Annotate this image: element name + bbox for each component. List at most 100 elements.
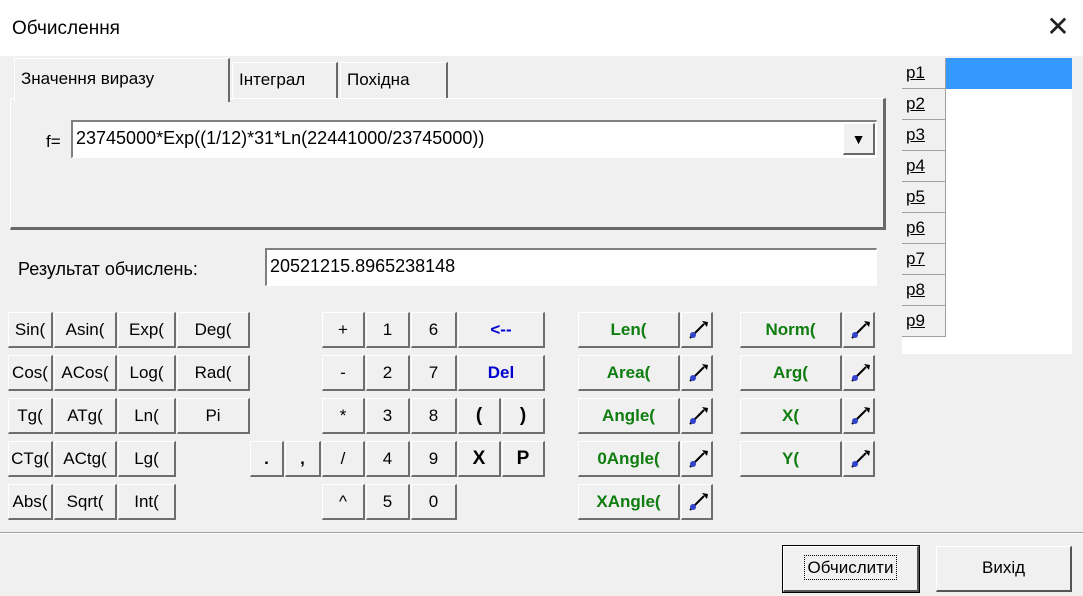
close-icon[interactable]: ✕	[1041, 10, 1075, 44]
title-bar: Обчислення ✕	[0, 0, 1083, 56]
point-picker-icon[interactable]	[681, 312, 713, 348]
log-button[interactable]: Log(	[118, 355, 176, 391]
param-value[interactable]	[946, 182, 1072, 213]
tab-integral[interactable]: Інтеграл	[232, 62, 338, 98]
param-value[interactable]	[946, 58, 1072, 89]
param-row[interactable]: p2	[902, 89, 1072, 120]
sqrt-button[interactable]: Sqrt(	[54, 484, 117, 520]
cos-button[interactable]: Cos(	[8, 355, 53, 391]
point-picker-icon[interactable]	[843, 441, 875, 477]
lg-button[interactable]: Lg(	[118, 441, 176, 477]
point-picker-icon[interactable]	[681, 441, 713, 477]
divide-button[interactable]: /	[322, 441, 365, 477]
deg-button[interactable]: Deg(	[177, 312, 250, 348]
backspace-button[interactable]: <--	[458, 312, 545, 348]
param-value[interactable]	[946, 306, 1072, 337]
digit-4-button[interactable]: 4	[366, 441, 410, 477]
calculation-dialog: Обчислення ✕ Значення виразу Інтеграл По…	[0, 0, 1083, 596]
param-name: p6	[902, 213, 946, 244]
vector-x-button[interactable]: X(	[740, 398, 842, 434]
acos-button[interactable]: ACos(	[54, 355, 117, 391]
compute-button-label: Обчислити	[803, 555, 898, 580]
digit-5-button[interactable]: 5	[366, 484, 410, 520]
dot-button[interactable]: .	[250, 441, 284, 477]
power-button[interactable]: ^	[322, 484, 365, 520]
minus-button[interactable]: -	[322, 355, 365, 391]
point-picker-icon[interactable]	[681, 484, 713, 520]
int-button[interactable]: Int(	[118, 484, 176, 520]
ln-button[interactable]: Ln(	[118, 398, 176, 434]
param-value[interactable]	[946, 275, 1072, 306]
left-paren-button[interactable]: (	[458, 398, 501, 434]
params-grid: p1 p2 p3 p4 p5 p6 p7 p8 p9	[902, 58, 1072, 354]
actg-button[interactable]: ACtg(	[54, 441, 117, 477]
ctg-button[interactable]: CTg(	[8, 441, 53, 477]
zero-angle-button[interactable]: 0Angle(	[578, 441, 680, 477]
expression-label: f=	[46, 132, 61, 151]
param-row[interactable]: p5	[902, 182, 1072, 213]
result-label: Результат обчислень:	[18, 259, 198, 279]
digit-3-button[interactable]: 3	[366, 398, 410, 434]
right-paren-button[interactable]: )	[502, 398, 545, 434]
digit-2-button[interactable]: 2	[366, 355, 410, 391]
angle-button[interactable]: Angle(	[578, 398, 680, 434]
delete-button[interactable]: Del	[458, 355, 545, 391]
param-row[interactable]: p7	[902, 244, 1072, 275]
digit-7-button[interactable]: 7	[411, 355, 457, 391]
window-title: Обчислення	[12, 18, 120, 39]
digit-8-button[interactable]: 8	[411, 398, 457, 434]
arg-button[interactable]: Arg(	[740, 355, 842, 391]
footer-separator	[0, 532, 1083, 534]
digit-6-button[interactable]: 6	[411, 312, 457, 348]
rad-button[interactable]: Rad(	[177, 355, 250, 391]
result-field[interactable]: 20521215.8965238148	[265, 248, 877, 286]
param-name: p4	[902, 151, 946, 182]
point-picker-icon[interactable]	[843, 312, 875, 348]
area-button[interactable]: Area(	[578, 355, 680, 391]
exp-button[interactable]: Exp(	[118, 312, 176, 348]
param-value[interactable]	[946, 151, 1072, 182]
chevron-down-icon[interactable]: ▼	[843, 123, 875, 155]
param-value[interactable]	[946, 120, 1072, 151]
expression-combobox[interactable]: 23745000*Exp((1/12)*31*Ln(22441000/23745…	[71, 120, 877, 158]
plus-button[interactable]: +	[322, 312, 365, 348]
sin-button[interactable]: Sin(	[8, 312, 53, 348]
point-picker-icon[interactable]	[843, 398, 875, 434]
param-value[interactable]	[946, 89, 1072, 120]
exit-button[interactable]: Вихід	[936, 546, 1072, 592]
param-name: p3	[902, 120, 946, 151]
asin-button[interactable]: Asin(	[54, 312, 117, 348]
len-button[interactable]: Len(	[578, 312, 680, 348]
comma-button[interactable]: ,	[285, 441, 321, 477]
param-row[interactable]: p3	[902, 120, 1072, 151]
point-picker-icon[interactable]	[681, 355, 713, 391]
tab-expression-value[interactable]: Значення виразу	[14, 58, 230, 102]
norm-button[interactable]: Norm(	[740, 312, 842, 348]
tab-page	[10, 98, 886, 230]
tab-derivative[interactable]: Похідна	[340, 62, 448, 98]
p-button[interactable]: P	[502, 441, 545, 477]
param-row[interactable]: p8	[902, 275, 1072, 306]
multiply-button[interactable]: *	[322, 398, 365, 434]
tg-button[interactable]: Tg(	[8, 398, 53, 434]
abs-button[interactable]: Abs(	[8, 484, 53, 520]
digit-9-button[interactable]: 9	[411, 441, 457, 477]
point-picker-icon[interactable]	[681, 398, 713, 434]
vector-y-button[interactable]: Y(	[740, 441, 842, 477]
digit-1-button[interactable]: 1	[366, 312, 410, 348]
atg-button[interactable]: ATg(	[54, 398, 117, 434]
param-row[interactable]: p4	[902, 151, 1072, 182]
point-picker-icon[interactable]	[843, 355, 875, 391]
param-name: p8	[902, 275, 946, 306]
x-button[interactable]: X	[458, 441, 501, 477]
param-row[interactable]: p6	[902, 213, 1072, 244]
param-row[interactable]: p9	[902, 306, 1072, 337]
param-value[interactable]	[946, 244, 1072, 275]
compute-button[interactable]: Обчислити	[782, 545, 920, 593]
param-value[interactable]	[946, 213, 1072, 244]
x-angle-button[interactable]: XAngle(	[578, 484, 680, 520]
expression-input[interactable]: 23745000*Exp((1/12)*31*Ln(22441000/23745…	[76, 128, 484, 148]
param-row[interactable]: p1	[902, 58, 1072, 89]
pi-button[interactable]: Pi	[177, 398, 250, 434]
digit-0-button[interactable]: 0	[411, 484, 457, 520]
